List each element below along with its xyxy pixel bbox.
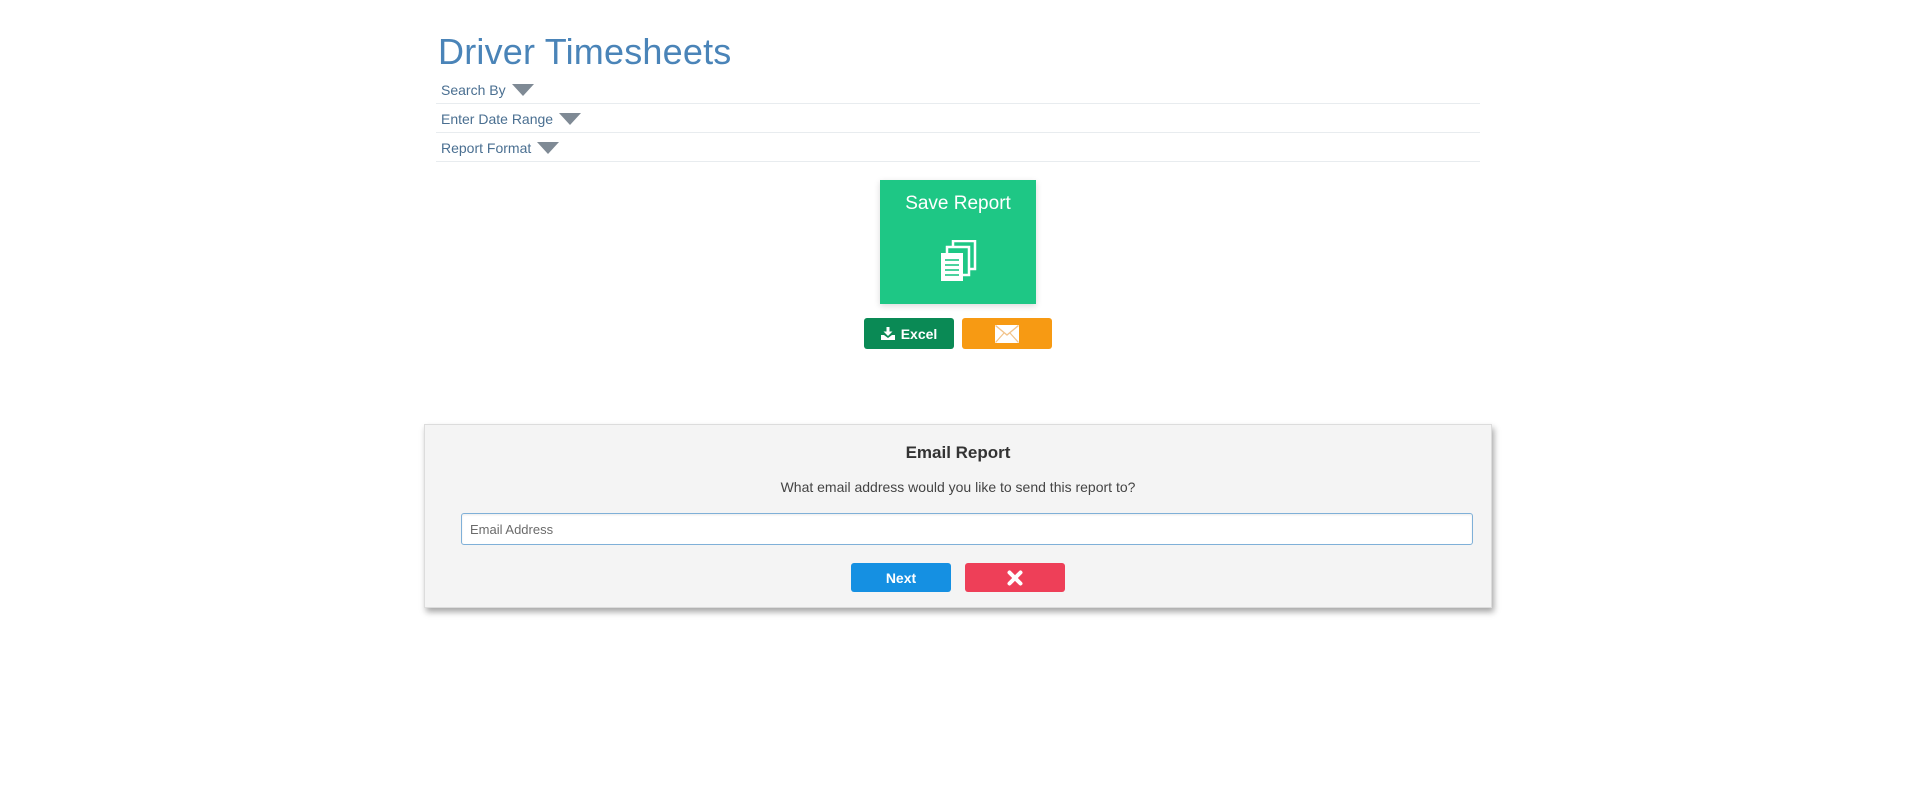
- download-icon: [880, 327, 895, 340]
- page-title: Driver Timesheets: [438, 31, 732, 72]
- save-report-tile[interactable]: Save Report: [880, 180, 1036, 304]
- section-label: Report Format: [441, 140, 532, 156]
- excel-button[interactable]: Excel: [864, 318, 954, 349]
- email-report-dialog: Email Report What email address would yo…: [424, 424, 1492, 608]
- documents-icon: [941, 240, 977, 281]
- section-label: Enter Date Range: [441, 111, 554, 127]
- dialog-question: What email address would you like to sen…: [780, 479, 1136, 495]
- email-field[interactable]: [461, 513, 1473, 545]
- dialog-title: Email Report: [905, 443, 1011, 462]
- caret-down-icon: [511, 83, 534, 96]
- close-icon: [1007, 570, 1023, 585]
- section-search-by[interactable]: Search By: [436, 76, 1480, 104]
- next-button[interactable]: Next: [851, 563, 951, 592]
- caret-down-icon: [537, 141, 560, 154]
- section-label: Search By: [441, 82, 506, 98]
- email-button[interactable]: [962, 318, 1052, 349]
- cancel-button[interactable]: [965, 563, 1065, 592]
- envelope-icon: [995, 324, 1019, 343]
- section-report-format[interactable]: Report Format: [436, 134, 1480, 162]
- save-report-label: Save Report: [905, 193, 1011, 214]
- section-date-range[interactable]: Enter Date Range: [436, 105, 1480, 133]
- excel-label: Excel: [900, 325, 938, 342]
- caret-down-icon: [559, 112, 582, 125]
